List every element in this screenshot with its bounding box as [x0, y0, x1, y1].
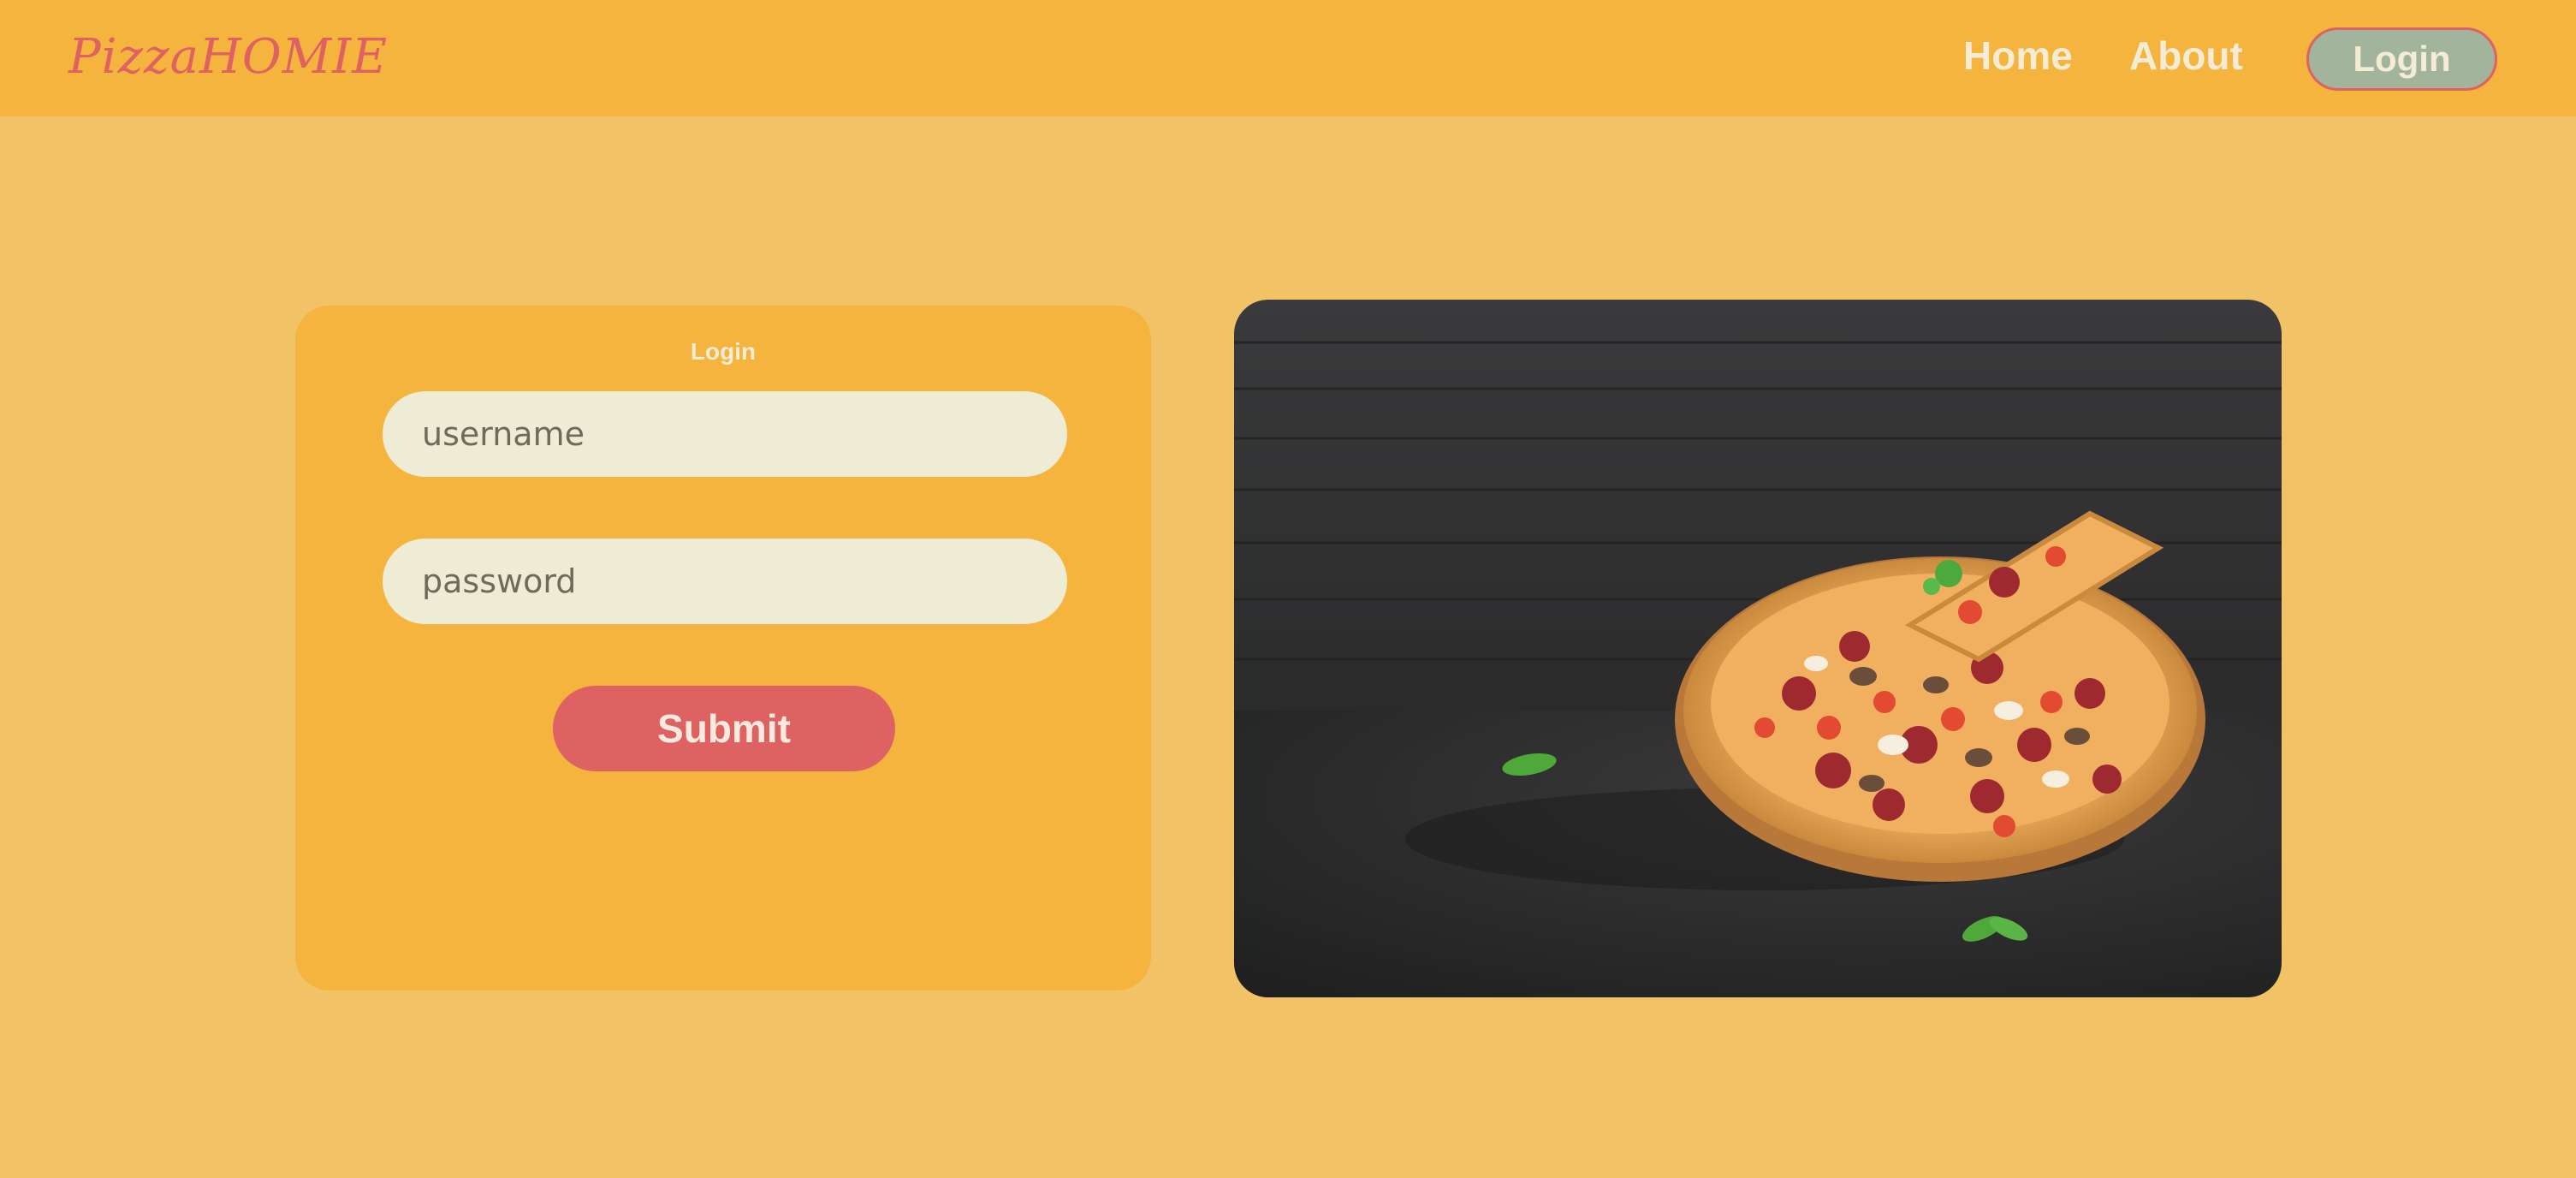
brand-logo[interactable]: PizzaHOMIE: [68, 29, 388, 85]
password-input[interactable]: [383, 538, 1067, 624]
navbar: PizzaHOMIE Home About Login: [0, 0, 2576, 116]
pizza-photo: [1234, 300, 2282, 997]
username-input[interactable]: [383, 391, 1067, 477]
submit-button[interactable]: Submit: [553, 686, 895, 771]
login-title: Login: [690, 338, 757, 365]
nav-login-button[interactable]: Login: [2306, 27, 2497, 91]
login-card: Login Submit: [295, 306, 1151, 991]
nav-link-home[interactable]: Home: [1963, 33, 2073, 79]
nav-link-about[interactable]: About: [2129, 33, 2243, 79]
